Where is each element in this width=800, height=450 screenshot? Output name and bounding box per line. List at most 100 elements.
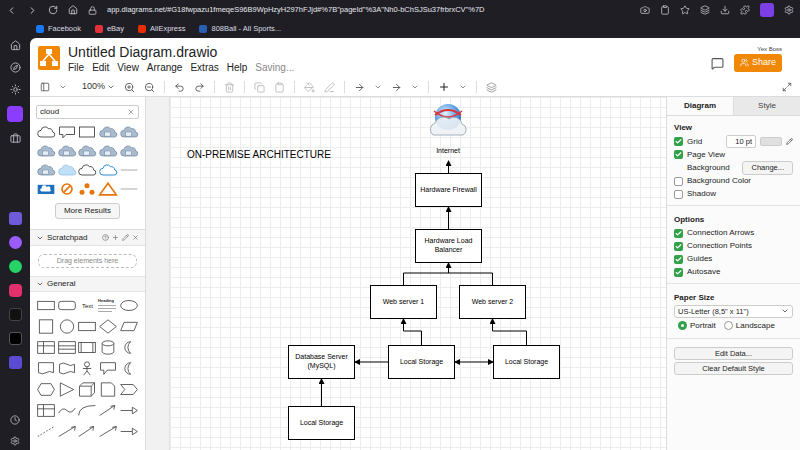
orange-triangle-icon[interactable] [98, 182, 118, 196]
paper-size-select[interactable]: US-Letter (8,5" x 11") [674, 305, 793, 318]
reload-icon[interactable] [48, 5, 58, 15]
scratchpad-dropzone[interactable]: Drag elements here [38, 254, 137, 268]
delete-icon[interactable] [224, 82, 235, 93]
rounded-shape-icon[interactable] [57, 298, 77, 313]
arrow-shape-icon[interactable] [77, 424, 97, 439]
back-icon[interactable] [6, 5, 17, 16]
app-icon[interactable] [9, 212, 22, 225]
orange-nodes-icon[interactable] [77, 182, 97, 196]
checkbox[interactable] [674, 150, 683, 159]
whatsapp-icon[interactable] [9, 260, 22, 273]
option-row[interactable]: Guides [674, 253, 793, 266]
callout-shape-icon[interactable] [98, 361, 118, 376]
diagram-title[interactable]: ON-PREMISE ARCHITECTURE [187, 147, 331, 162]
layers-icon[interactable] [700, 5, 710, 15]
wave-shape-icon[interactable] [57, 403, 77, 418]
history-icon[interactable] [10, 415, 20, 425]
option-row[interactable]: Connection Points [674, 240, 793, 253]
redo-icon[interactable] [194, 82, 205, 93]
document-shape-icon[interactable] [36, 361, 56, 376]
cloud-image-icon[interactable] [119, 144, 139, 158]
diagram-node[interactable]: Hardware Load Balancer [415, 229, 482, 263]
menu-item[interactable]: Edit [92, 61, 109, 74]
bookmark[interactable]: 808Ball - All Sports... [199, 23, 281, 34]
rectangle-shape-icon[interactable] [77, 125, 97, 139]
checkbox[interactable] [674, 255, 683, 264]
moon-shape-icon[interactable] [119, 340, 139, 355]
menu-item[interactable]: File [68, 61, 84, 74]
cylinder-shape-icon[interactable] [98, 340, 118, 355]
add-icon[interactable] [112, 234, 119, 241]
view-option[interactable]: Shadow [674, 188, 793, 201]
line-arrow-shape-icon[interactable] [98, 424, 118, 439]
user-name[interactable]: Yex Boss [757, 45, 782, 54]
zoom-select[interactable]: 100% [82, 80, 115, 94]
line-color-icon[interactable] [324, 82, 335, 93]
moon-shape-icon[interactable] [119, 361, 139, 376]
fill-color-icon[interactable] [304, 82, 315, 93]
download-icon[interactable] [720, 5, 730, 15]
cloud-image-icon[interactable] [77, 144, 97, 158]
line-arrow-shape-icon[interactable] [57, 424, 77, 439]
view-option[interactable]: Page View [674, 148, 793, 161]
home-icon[interactable] [10, 40, 21, 51]
search-field[interactable]: cloud [36, 105, 139, 119]
arrow2-shape-icon[interactable] [119, 424, 139, 439]
grid-color-swatch[interactable] [760, 137, 782, 146]
diamond-shape-icon[interactable] [98, 319, 118, 334]
format-tab[interactable]: Diagram [667, 97, 733, 115]
messenger-icon[interactable] [9, 236, 22, 249]
extensions-icon[interactable] [740, 5, 750, 15]
ellipse-shape-icon[interactable] [119, 298, 139, 313]
close-icon[interactable] [132, 234, 139, 241]
checkbox[interactable] [674, 268, 683, 277]
connection-icon[interactable] [354, 82, 365, 93]
menu-item[interactable]: Arrange [147, 61, 183, 74]
option-row[interactable]: Autosave [674, 266, 793, 279]
briefcase-icon[interactable] [10, 133, 21, 144]
forward-icon[interactable] [27, 5, 38, 16]
undo-icon[interactable] [174, 82, 185, 93]
note-shape-icon[interactable] [98, 382, 118, 397]
menu-item[interactable]: Help [227, 61, 248, 74]
x-icon[interactable] [9, 332, 22, 345]
help-icon[interactable] [102, 234, 109, 241]
hexagon-shape-icon[interactable] [36, 382, 56, 397]
cloud-shape-icon[interactable] [36, 125, 56, 139]
text-shape[interactable]: Text [82, 303, 93, 309]
home-icon[interactable] [68, 5, 78, 15]
comments-icon[interactable] [711, 57, 724, 70]
cube-shape-icon[interactable] [77, 382, 97, 397]
change-background-button[interactable]: Change... [742, 161, 793, 174]
star-icon[interactable] [680, 5, 690, 15]
view-option[interactable]: Background Color [674, 175, 793, 188]
process-shape-icon[interactable] [77, 340, 97, 355]
cloud-storage-icon[interactable] [36, 182, 56, 196]
cloud-image-icon[interactable] [98, 144, 118, 158]
view-option[interactable]: BackgroundChange... [674, 161, 793, 174]
diagram-node[interactable]: Local Storage [288, 406, 355, 440]
clipboard-icon[interactable] [660, 5, 670, 15]
more-results-button[interactable]: More Results [55, 203, 120, 219]
lines-shape-icon[interactable] [57, 340, 77, 355]
line-shape-icon[interactable] [36, 424, 56, 439]
checkbox[interactable] [674, 137, 683, 146]
table-shape-icon[interactable] [36, 340, 56, 355]
dropdown-icon[interactable] [459, 83, 467, 91]
curve-shape-icon[interactable] [77, 403, 97, 418]
cloud-azure-icon[interactable] [98, 163, 118, 177]
checkbox[interactable] [674, 177, 683, 186]
insert-icon[interactable] [438, 81, 450, 93]
tape-shape-icon[interactable] [57, 361, 77, 376]
active-app-icon[interactable] [7, 106, 23, 122]
diagram-node[interactable]: Local Storage [388, 345, 455, 379]
diagram-canvas[interactable]: ON-PREMISE ARCHITECTUREInternetHardware … [170, 97, 666, 450]
profile-icon[interactable] [760, 3, 774, 17]
checkbox[interactable] [674, 242, 683, 251]
orange-circle-icon[interactable] [57, 182, 77, 196]
rect-shape-icon[interactable] [36, 298, 56, 313]
bookmark[interactable]: Facebook [36, 23, 81, 34]
heading-shape[interactable]: Heading [98, 299, 118, 312]
arrow2-shape-icon[interactable] [119, 403, 139, 418]
camera-icon[interactable] [640, 5, 650, 15]
